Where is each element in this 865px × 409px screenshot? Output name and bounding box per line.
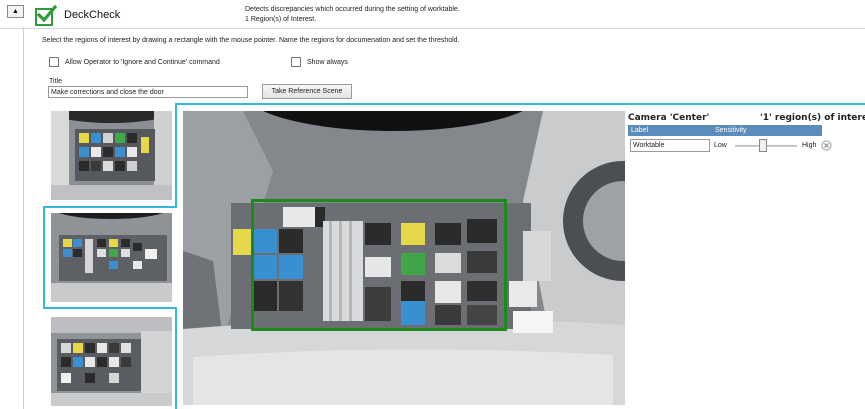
selection-frame-thumb-top xyxy=(43,206,177,208)
show-always-checkbox[interactable] xyxy=(291,57,301,67)
sensitivity-high-label: High xyxy=(802,142,817,149)
header-divider xyxy=(0,28,865,29)
region-count-title: '1' region(s) of interest xyxy=(760,113,865,123)
thumbnail-camera-center[interactable] xyxy=(51,213,172,302)
collapse-button[interactable]: ▲ xyxy=(7,5,24,18)
show-always-option[interactable]: Show always xyxy=(291,57,348,67)
left-divider xyxy=(23,27,24,409)
title-input[interactable]: Make corrections and close the door xyxy=(48,86,248,98)
main-camera-view[interactable] xyxy=(183,111,625,405)
show-always-label: Show always xyxy=(307,58,348,66)
sensitivity-low-label: Low xyxy=(714,142,727,149)
thumbnail-center-image xyxy=(51,213,172,302)
column-header-label: Label xyxy=(628,125,712,136)
region-of-interest-worktable[interactable] xyxy=(251,199,507,331)
thumbnail-camera-right[interactable] xyxy=(51,317,172,406)
region-count-text: 1 Region(s) of Interest. xyxy=(245,16,317,23)
app-title: DeckCheck xyxy=(64,9,121,21)
selection-frame-thumb-left xyxy=(43,206,45,309)
allow-operator-label: Allow Operator to 'Ignore and Continue' … xyxy=(65,58,220,66)
allow-operator-option[interactable]: Allow Operator to 'Ignore and Continue' … xyxy=(49,57,220,67)
remove-region-icon[interactable] xyxy=(821,140,832,151)
region-label-input[interactable]: Worktable xyxy=(630,139,710,152)
selection-frame-upper-left xyxy=(175,103,177,207)
title-label: Title xyxy=(49,78,62,85)
allow-operator-checkbox[interactable] xyxy=(49,57,59,67)
thumbnail-camera-left[interactable] xyxy=(51,111,172,200)
sensitivity-slider-thumb[interactable] xyxy=(759,139,768,152)
take-reference-scene-button[interactable]: Take Reference Scene xyxy=(262,84,352,99)
thumbnail-left-image xyxy=(51,111,172,200)
app-description: Detects discrepancies which occurred dur… xyxy=(245,5,460,25)
checkmark-icon xyxy=(35,4,57,26)
description-line: Detects discrepancies which occurred dur… xyxy=(245,6,460,13)
selection-frame-thumb-bottom xyxy=(43,307,177,309)
selection-frame-lower-left xyxy=(175,307,177,409)
camera-title: Camera 'Center' xyxy=(628,113,710,123)
selection-frame-top xyxy=(175,103,865,105)
column-header-sensitivity: Sensitivity xyxy=(712,125,822,136)
thumbnail-right-image xyxy=(51,317,172,406)
instructions-text: Select the regions of interest by drawin… xyxy=(42,37,460,44)
collapse-icon: ▲ xyxy=(12,8,19,15)
